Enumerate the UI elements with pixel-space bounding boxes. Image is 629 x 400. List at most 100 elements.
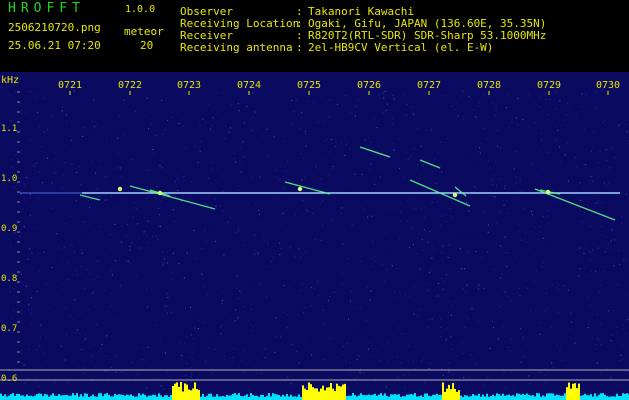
signal-level-bar: [292, 396, 294, 400]
signal-level-bar: [514, 396, 516, 400]
signal-level-bar: [548, 393, 550, 400]
signal-level-bar: [222, 396, 224, 400]
signal-level-bar: [518, 393, 520, 400]
signal-level-bar: [350, 395, 352, 400]
signal-level-bar: [602, 393, 604, 400]
signal-level-bar: [338, 385, 340, 400]
signal-level-bar: [114, 393, 116, 400]
signal-level-bar: [324, 390, 326, 400]
signal-level-bar: [434, 394, 436, 400]
signal-level-bar: [172, 386, 174, 400]
signal-level-bar: [550, 393, 552, 400]
frequency-tick-label: 0.7: [1, 324, 18, 334]
signal-level-bar: [50, 395, 52, 400]
signal-level-bar: [218, 396, 220, 400]
spectrogram-canvas[interactable]: [0, 72, 629, 400]
signal-level-bar: [612, 396, 614, 400]
signal-level-bar: [346, 396, 348, 400]
signal-level-bar: [246, 394, 248, 400]
meteor-head: [545, 189, 551, 195]
signal-level-bar: [398, 394, 400, 400]
signal-level-bar: [24, 396, 26, 400]
info-value-antenna: 2el-HB9CV Vertical (el. E-W): [308, 41, 494, 54]
signal-level-bar: [500, 395, 502, 400]
signal-level-bar: [364, 395, 366, 400]
frequency-tick-label: 0.8: [1, 274, 18, 284]
signal-level-bar: [408, 394, 410, 400]
signal-level-bar: [554, 395, 556, 400]
signal-level-bar: [312, 387, 314, 400]
signal-level-bar: [418, 396, 420, 400]
signal-level-bar: [322, 385, 324, 400]
signal-level-bar: [542, 395, 544, 400]
signal-level-bar: [396, 394, 398, 400]
signal-level-bar: [90, 396, 92, 400]
signal-level-bar: [170, 395, 172, 400]
signal-level-bar: [614, 396, 616, 400]
signal-level-bar: [564, 393, 566, 400]
meteor-label: meteor: [124, 25, 164, 38]
signal-level-bar: [86, 393, 88, 400]
signal-level-bar: [526, 393, 528, 400]
signal-level-bar: [382, 395, 384, 400]
signal-level-bar: [16, 393, 18, 400]
signal-level-bar: [600, 393, 602, 400]
signal-level-bar: [20, 395, 22, 400]
signal-level-bar: [618, 395, 620, 400]
signal-level-bar: [320, 388, 322, 400]
signal-level-bar: [458, 390, 460, 400]
signal-level-bar: [278, 394, 280, 400]
meteor-head: [452, 192, 458, 198]
signal-level-bar: [432, 394, 434, 400]
signal-level-bar: [208, 393, 210, 400]
signal-level-bar: [92, 394, 94, 400]
signal-level-bar: [470, 396, 472, 400]
signal-level-bar: [2, 396, 4, 400]
signal-level-bar: [190, 390, 192, 400]
signal-level-bar: [214, 396, 216, 400]
signal-level-bar: [194, 382, 196, 400]
signal-level-bar: [232, 394, 234, 400]
signal-level-bar: [302, 385, 304, 400]
signal-level-bar: [132, 395, 134, 400]
signal-level-bar: [198, 389, 200, 400]
signal-level-bar: [154, 394, 156, 400]
signal-level-bar: [244, 395, 246, 400]
signal-level-bar: [520, 394, 522, 400]
signal-level-bar: [310, 384, 312, 400]
signal-level-bar: [220, 396, 222, 400]
signal-level-bar: [228, 395, 230, 400]
signal-level-bar: [414, 393, 416, 400]
signal-level-bar: [100, 393, 102, 400]
signal-level-bar: [42, 396, 44, 400]
signal-level-bar: [12, 393, 14, 400]
signal-level-bar: [44, 393, 46, 400]
frequency-tick-label: 1.0: [1, 174, 18, 184]
signal-level-bar: [250, 393, 252, 400]
capture-timestamp: 25.06.21 07:20: [8, 39, 101, 52]
signal-level-bar: [0, 393, 2, 400]
signal-level-bar: [484, 396, 486, 400]
signal-level-bar: [354, 395, 356, 400]
signal-level-bar: [158, 393, 160, 400]
signal-level-bar: [490, 396, 492, 400]
signal-level-bar: [562, 395, 564, 400]
spectrogram-background: [0, 72, 629, 400]
signal-level-bar: [448, 384, 450, 400]
signal-level-bar: [378, 394, 380, 400]
signal-level-bar: [80, 394, 82, 400]
spectrogram-panel[interactable]: kHz 0721 0722 0723 0724 0725 0726 0727 0…: [0, 72, 629, 400]
signal-level-bar: [406, 394, 408, 400]
signal-level-bar: [290, 394, 292, 400]
signal-level-bar: [82, 396, 84, 400]
signal-level-bar: [282, 394, 284, 400]
signal-level-bar: [206, 395, 208, 400]
signal-level-bar: [304, 388, 306, 400]
signal-level-bar: [192, 388, 194, 400]
signal-level-bar: [68, 395, 70, 400]
signal-level-bar: [412, 394, 414, 400]
signal-level-bar: [166, 395, 168, 400]
signal-level-bar: [54, 395, 56, 400]
signal-level-bar: [512, 395, 514, 400]
signal-level-bar: [450, 389, 452, 400]
